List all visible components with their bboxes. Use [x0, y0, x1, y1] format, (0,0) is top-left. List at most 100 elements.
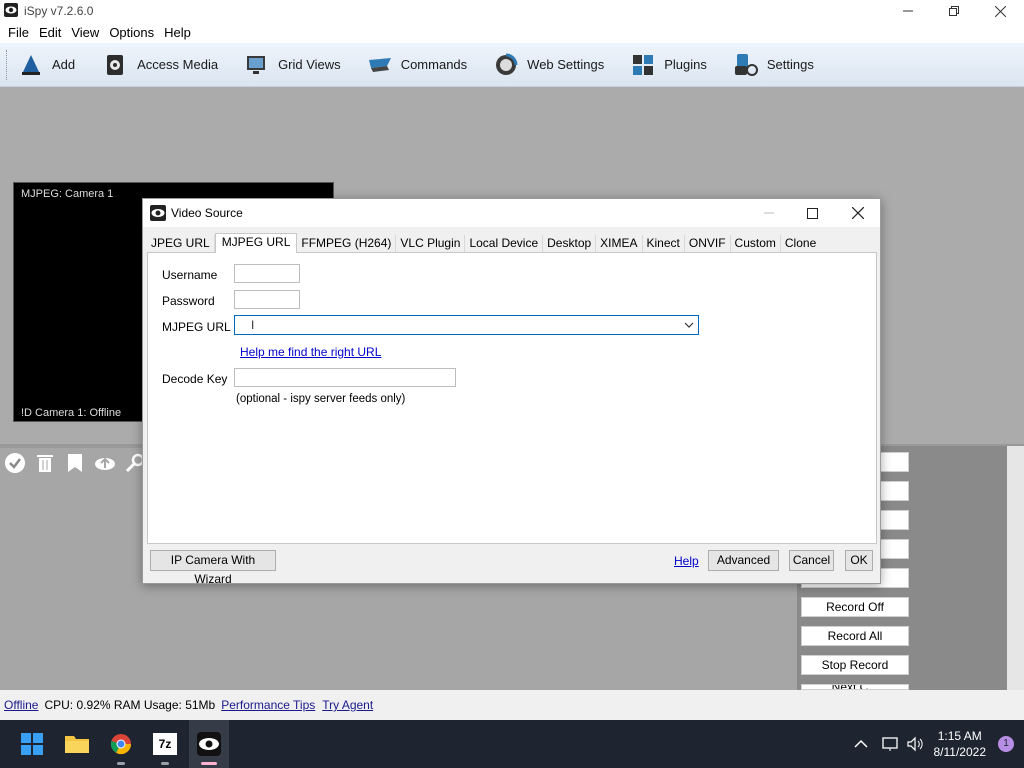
toolbar-web-settings-button[interactable]: Web Settings — [493, 47, 604, 83]
dialog-titlebar: Video Source — [143, 199, 880, 227]
taskbar-7zip[interactable]: 7z — [145, 720, 185, 768]
resource-usage: CPU: 0.92% RAM Usage: 51Mb — [44, 698, 216, 712]
help-find-url-link[interactable]: Help me find the right URL — [240, 345, 381, 359]
start-button[interactable] — [12, 720, 52, 768]
app-titlebar: iSpy v7.2.6.0 — [0, 0, 1024, 22]
tab-onvif[interactable]: ONVIF — [684, 235, 731, 253]
decode-key-note: (optional - ispy server feeds only) — [236, 393, 406, 405]
trash-icon[interactable] — [34, 452, 56, 474]
toolbar-commands-button[interactable]: Commands — [367, 47, 467, 83]
dialog-close-button[interactable] — [835, 199, 881, 227]
tab-jpeg-url[interactable]: JPEG URL — [147, 235, 215, 253]
close-icon — [994, 5, 1006, 17]
restore-icon — [949, 6, 959, 16]
tab-mjpeg-url[interactable]: MJPEG URL — [214, 233, 298, 253]
cancel-button[interactable]: Cancel — [789, 550, 834, 571]
bookmark-icon[interactable] — [64, 452, 86, 474]
mjpeg-tab-page: Username Password MJPEG URL I Help me fi… — [147, 252, 877, 544]
tab-custom[interactable]: Custom — [730, 235, 781, 253]
toolbar-grid-views-button[interactable]: Grid Views — [244, 47, 341, 83]
controls-scrollbar[interactable] — [1007, 446, 1024, 690]
menu-bar: File Edit View Options Help — [0, 22, 1024, 43]
toolbar-add-button[interactable]: Add — [18, 47, 75, 83]
close-icon — [852, 207, 864, 219]
menu-file[interactable]: File — [3, 25, 34, 40]
7zip-icon: 7z — [153, 733, 177, 755]
tab-kinect[interactable]: Kinect — [642, 235, 685, 253]
settings-icon — [734, 53, 758, 76]
dialog-maximize-button[interactable] — [789, 199, 835, 227]
clock-date: 8/11/2022 — [933, 745, 987, 759]
taskbar: 7z 1:15 AM 8/11/2022 1 — [0, 720, 1024, 768]
windows-icon — [21, 733, 43, 755]
menu-help[interactable]: Help — [159, 25, 196, 40]
source-type-tabs: JPEG URL MJPEG URL FFMPEG (H264) VLC Plu… — [147, 233, 821, 253]
advanced-button[interactable]: Advanced — [708, 550, 779, 571]
taskbar-chrome[interactable] — [101, 720, 141, 768]
toolbar-access-media-button[interactable]: Access Media — [103, 47, 218, 83]
menu-options[interactable]: Options — [104, 25, 159, 40]
menu-edit[interactable]: Edit — [34, 25, 66, 40]
dialog-minimize-button[interactable] — [746, 199, 792, 227]
tab-desktop[interactable]: Desktop — [543, 235, 597, 253]
clock-time: 1:15 AM — [937, 729, 982, 743]
system-tray: 1:15 AM 8/11/2022 1 — [853, 720, 1024, 768]
tab-ffmpeg[interactable]: FFMPEG (H264) — [297, 235, 397, 253]
clock[interactable]: 1:15 AM 8/11/2022 — [934, 728, 987, 760]
minimize-icon — [903, 10, 913, 12]
close-button[interactable] — [977, 0, 1023, 22]
maximize-icon — [806, 207, 818, 219]
minimize-button[interactable] — [885, 0, 931, 22]
ip-camera-wizard-button[interactable]: IP Camera With Wizard — [150, 550, 276, 586]
access-media-icon — [107, 54, 124, 75]
record-all-button[interactable]: Record All — [801, 626, 909, 646]
ispy-eye-icon — [4, 3, 18, 17]
restore-button[interactable] — [931, 0, 977, 22]
try-agent-link[interactable]: Try Agent — [322, 698, 373, 712]
stop-record-button[interactable]: Stop Record — [801, 655, 909, 675]
cloud-upload-icon[interactable] — [94, 452, 116, 474]
active-indicator — [201, 762, 217, 765]
video-source-dialog: Video Source JPEG URL MJPEG URL FFMPEG (… — [142, 198, 881, 586]
check-icon[interactable] — [4, 452, 26, 474]
username-field[interactable] — [234, 264, 300, 283]
tab-vlc-plugin[interactable]: VLC Plugin — [396, 235, 466, 253]
record-off-button[interactable]: Record Off — [801, 597, 909, 617]
mjpeg-url-combo[interactable]: I — [234, 315, 699, 335]
network-icon[interactable] — [881, 736, 900, 752]
tab-clone[interactable]: Clone — [780, 235, 821, 253]
plugins-icon — [633, 54, 654, 75]
chrome-icon — [110, 734, 132, 755]
username-label: Username — [162, 268, 218, 282]
app-title: iSpy v7.2.6.0 — [24, 4, 94, 18]
performance-tips-link[interactable]: Performance Tips — [221, 698, 315, 712]
status-bar: Offline CPU: 0.92% RAM Usage: 51Mb Perfo… — [0, 690, 1024, 720]
notification-badge[interactable]: 1 — [998, 736, 1014, 752]
volume-icon[interactable] — [906, 736, 924, 752]
chevron-down-icon[interactable] — [684, 320, 694, 330]
tab-local-device[interactable]: Local Device — [465, 235, 544, 253]
taskbar-file-explorer[interactable] — [57, 720, 97, 768]
minimize-icon — [764, 212, 774, 214]
main-toolbar: Add Access Media Grid Views Commands Web… — [0, 43, 1024, 87]
add-icon — [22, 54, 40, 75]
ispy-eye-icon — [150, 205, 166, 221]
camera-status: !D Camera 1: Offline — [21, 407, 122, 419]
password-field[interactable] — [234, 290, 300, 309]
text-cursor-icon: I — [251, 318, 255, 332]
running-indicator — [161, 762, 169, 765]
decode-key-label: Decode Key — [162, 372, 228, 386]
ok-button[interactable]: OK — [845, 550, 873, 571]
menu-view[interactable]: View — [66, 25, 104, 40]
help-link[interactable]: Help — [674, 554, 699, 568]
offline-link[interactable]: Offline — [4, 698, 38, 712]
password-label: Password — [162, 294, 215, 308]
toolbar-grip — [6, 49, 10, 80]
taskbar-ispy[interactable] — [189, 720, 229, 768]
tab-ximea[interactable]: XIMEA — [596, 235, 643, 253]
chevron-up-icon[interactable] — [853, 739, 868, 749]
decode-key-field[interactable] — [234, 368, 456, 387]
toolbar-plugins-button[interactable]: Plugins — [630, 47, 707, 83]
commands-icon — [368, 57, 391, 72]
toolbar-settings-button[interactable]: Settings — [733, 47, 814, 83]
